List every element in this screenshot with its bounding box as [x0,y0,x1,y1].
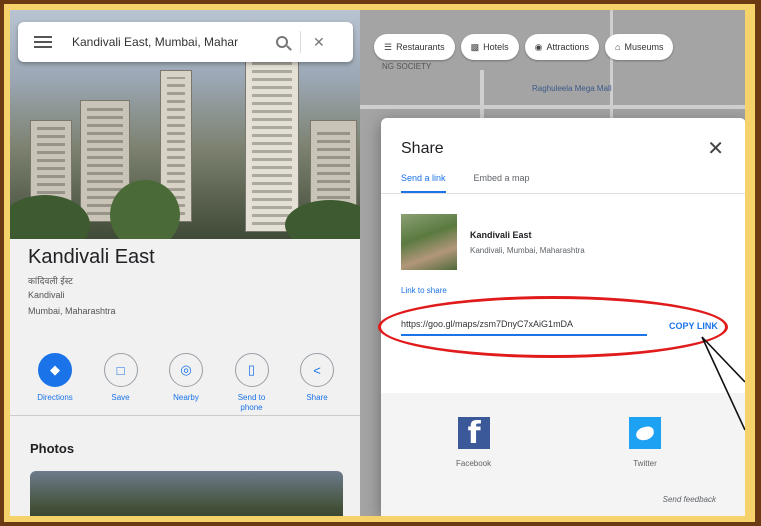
search-box: Kandivali East, Mumbai, Mahar ✕ [18,22,353,62]
facebook-icon [457,417,490,450]
bed-icon: ▩ [470,41,480,52]
bookmark-icon: □ [103,353,138,387]
fork-knife-icon: ☰ [384,41,393,52]
search-divider [300,31,301,53]
close-icon[interactable]: ✕ [313,34,325,51]
hamburger-menu-icon[interactable] [34,36,52,48]
link-label: Link to share [401,286,447,295]
annotation-ellipse [378,296,728,358]
place-title: Kandivali East [28,246,155,268]
nearby-icon: ◎ [169,353,203,387]
phone-icon: ▯ [234,353,269,387]
tab-send-link[interactable]: Send a link [401,173,446,193]
share-dialog-title: Share [401,140,444,157]
photo-thumbnail[interactable] [30,471,343,516]
facebook-share-button[interactable]: Facebook [456,417,491,468]
share-tabs: Send a link Embed a map [401,173,558,193]
photos-heading: Photos [30,441,75,456]
map-label-society: NG SOCIETY [382,62,432,71]
tab-embed-map[interactable]: Embed a map [474,173,530,193]
camera-icon: ◉ [534,41,543,52]
section-divider [10,415,360,416]
tab-divider [381,193,745,194]
send-to-phone-button[interactable]: ▯ Send to phone [223,353,281,413]
share-place-name: Kandivali East [470,230,532,240]
save-button[interactable]: □ Save [92,353,150,413]
share-button[interactable]: < Share [288,353,346,413]
send-feedback-link[interactable]: Send feedback [663,495,716,504]
category-chips: ☰ Restaurants ▩ Hotels ◉ Attractions ⌂ Museu… [374,34,674,60]
directions-icon: ◆ [38,353,72,387]
twitter-share-button[interactable]: Twitter [629,417,661,468]
search-icon[interactable] [276,36,288,48]
share-icon: < [300,353,334,387]
place-panel: Kandivali East, Mumbai, Mahar ✕ Kandival… [10,10,360,516]
share-place-thumbnail [401,214,457,270]
place-actions: ◆ Directions □ Save ◎ Nearby ▯ Send to p… [26,353,346,413]
social-share-area: Facebook Twitter Send feedback [381,393,745,516]
place-locality: Kandivali [28,290,65,300]
nearby-button[interactable]: ◎ Nearby [157,353,215,413]
chip-restaurants[interactable]: ☰ Restaurants [374,34,455,60]
map-label-mall: Raghuleela Mega Mall [532,84,612,93]
maps-window: NG SOCIETY Raghuleela Mega Mall ☰ Restaur… [10,10,745,516]
directions-button[interactable]: ◆ Directions [26,353,84,413]
place-native-name: कांदिवली ईस्ट [28,276,73,286]
twitter-icon [629,417,661,449]
chip-museums[interactable]: ⌂ Museums [605,34,674,60]
close-dialog-icon[interactable]: ✕ [707,136,724,161]
share-place-address: Kandivali, Mumbai, Maharashtra [470,246,585,255]
chip-attractions[interactable]: ◉ Attractions [524,34,600,60]
search-input[interactable]: Kandivali East, Mumbai, Mahar [72,35,262,49]
place-region: Mumbai, Maharashtra [28,306,116,316]
museum-icon: ⌂ [615,42,621,52]
chip-hotels[interactable]: ▩ Hotels [460,34,519,60]
